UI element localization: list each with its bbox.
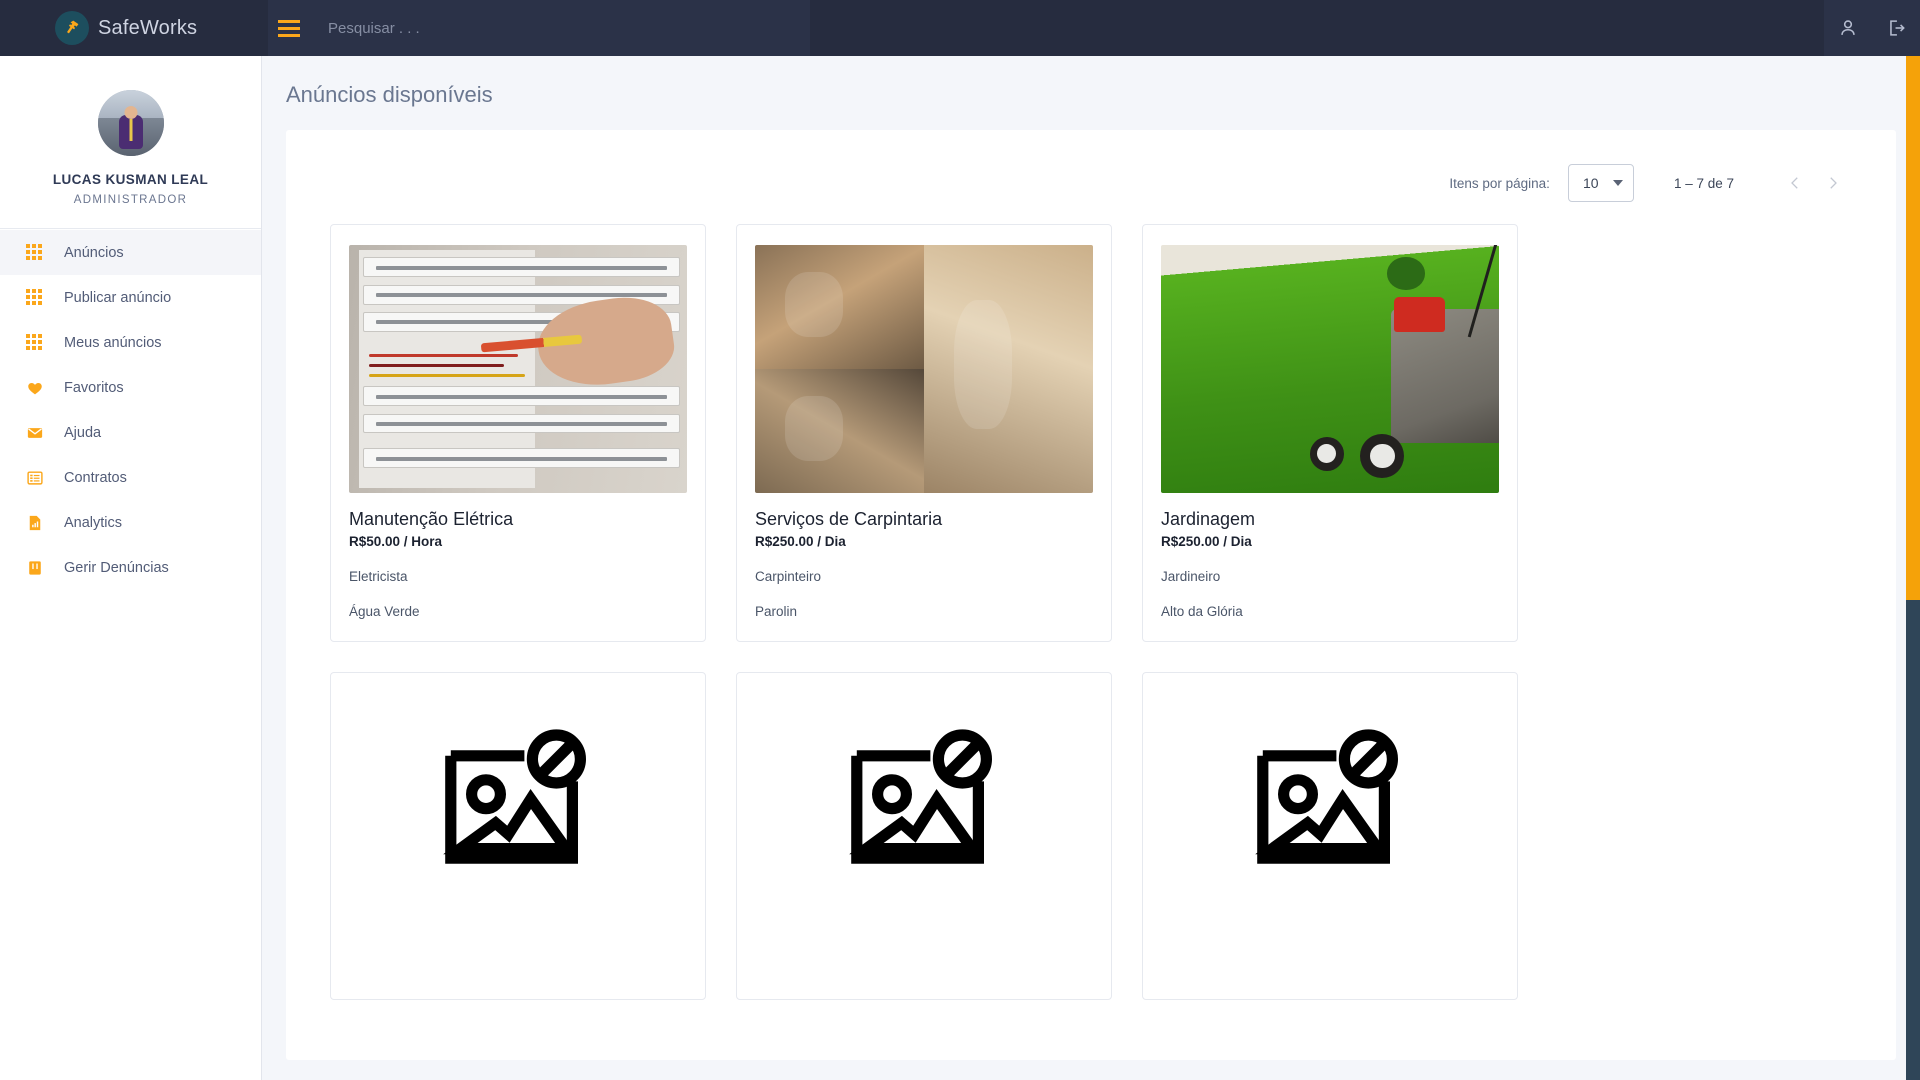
no-image-placeholder-icon [1250,727,1410,887]
grid-icon [26,334,44,352]
vertical-scrollbar[interactable] [1906,56,1920,1080]
listing-card[interactable]: Serviços de Carpintaria R$250.00 / Dia C… [736,224,1112,642]
listing-occupation: Eletricista [349,569,687,584]
sidebar-item-label: Meus anúncios [64,335,162,351]
paginator: Itens por página: 10 1 – 7 de 7 [286,130,1896,202]
envelope-icon [26,424,44,442]
sidebar-item-analytics[interactable]: Analytics [0,500,261,545]
sidebar: LUCAS KUSMAN LEAL ADMINISTRADOR Anúncios… [0,56,262,1080]
next-page-button[interactable] [1814,164,1852,202]
report-book-icon [26,559,44,577]
listing-card-body [737,941,1111,999]
hamburger-menu-icon[interactable] [268,0,310,56]
sidebar-item-label: Gerir Denúncias [64,560,169,576]
chevron-right-icon [1824,174,1842,192]
carpentry-collage-photo [755,245,1093,493]
hammer-logo-icon [55,11,89,45]
bar-chart-icon [26,514,44,532]
topbar-spacer [810,0,1824,56]
profile-role: ADMINISTRADOR [0,194,261,206]
chevron-left-icon [1786,174,1804,192]
user-person-icon [1837,17,1859,39]
listing-card[interactable]: Manutenção Elétrica R$50.00 / Hora Eletr… [330,224,706,642]
listing-card-media [331,673,705,941]
sidebar-nav: Anúncios Publicar anúncio Meus anúncios … [0,228,261,590]
items-per-page-label: Itens por página: [1449,176,1550,191]
items-per-page-select[interactable]: 10 [1568,164,1634,202]
lawn-mower-photo [1161,245,1499,493]
topbar-actions [1824,0,1920,56]
sidebar-item-contratos[interactable]: Contratos [0,455,261,500]
logout-exit-icon [1885,17,1907,39]
brand-logo[interactable]: SafeWorks [0,0,268,56]
electrical-panel-photo [349,245,687,493]
grid-icon [26,244,44,262]
sidebar-item-anuncios[interactable]: Anúncios [0,230,261,275]
listing-price: R$50.00 / Hora [349,534,687,549]
chevron-down-icon [1613,180,1623,186]
listing-card[interactable] [330,672,706,1000]
sidebar-profile: LUCAS KUSMAN LEAL ADMINISTRADOR [0,56,261,228]
sidebar-item-gerir-denuncias[interactable]: Gerir Denúncias [0,545,261,590]
listing-price: R$250.00 / Dia [755,534,1093,549]
listing-occupation: Jardineiro [1161,569,1499,584]
sidebar-item-ajuda[interactable]: Ajuda [0,410,261,455]
listing-card-body [331,941,705,999]
search-box[interactable] [310,0,810,56]
sidebar-item-label: Favoritos [64,380,124,396]
profile-name: LUCAS KUSMAN LEAL [0,172,261,187]
listing-card-media [1143,673,1517,941]
listing-card-body: Serviços de Carpintaria R$250.00 / Dia C… [737,493,1111,641]
listing-price: R$250.00 / Dia [1161,534,1499,549]
listings-grid: Manutenção Elétrica R$50.00 / Hora Eletr… [286,202,1896,1000]
search-input[interactable] [310,0,810,56]
listing-card-media [737,225,1111,493]
listing-card[interactable]: Jardinagem R$250.00 / Dia Jardineiro Alt… [1142,224,1518,642]
listing-card-body: Jardinagem R$250.00 / Dia Jardineiro Alt… [1143,493,1517,641]
account-button[interactable] [1824,0,1872,56]
listing-card[interactable] [736,672,1112,1000]
sidebar-item-label: Publicar anúncio [64,290,171,306]
listing-card[interactable] [1142,672,1518,1000]
previous-page-button[interactable] [1776,164,1814,202]
sidebar-item-publicar-anuncio[interactable]: Publicar anúncio [0,275,261,320]
grid-icon [26,289,44,307]
sidebar-item-label: Ajuda [64,425,101,441]
sidebar-item-meus-anuncios[interactable]: Meus anúncios [0,320,261,365]
listing-card-body: Manutenção Elétrica R$50.00 / Hora Eletr… [331,493,705,641]
sidebar-item-label: Contratos [64,470,127,486]
list-icon [26,469,44,487]
logout-button[interactable] [1872,0,1920,56]
avatar [98,90,164,156]
listing-card-media [737,673,1111,941]
sidebar-item-favoritos[interactable]: Favoritos [0,365,261,410]
listing-title: Serviços de Carpintaria [755,509,1093,530]
no-image-placeholder-icon [844,727,1004,887]
main-content: Anúncios disponíveis Itens por página: 1… [262,56,1920,1080]
top-navigation-bar: SafeWorks [0,0,1920,56]
sidebar-item-label: Anúncios [64,245,124,261]
sidebar-item-label: Analytics [64,515,122,531]
page-title: Anúncios disponíveis [262,56,1920,108]
page-range-label: 1 – 7 de 7 [1674,176,1734,191]
listings-panel: Itens por página: 10 1 – 7 de 7 [286,130,1896,1060]
listing-card-media [1143,225,1517,493]
listing-location: Água Verde [349,604,687,619]
listing-occupation: Carpinteiro [755,569,1093,584]
items-per-page-value: 10 [1583,175,1599,191]
listing-title: Jardinagem [1161,509,1499,530]
listing-location: Parolin [755,604,1093,619]
listing-title: Manutenção Elétrica [349,509,687,530]
no-image-placeholder-icon [438,727,598,887]
heart-icon [26,379,44,397]
listing-location: Alto da Glória [1161,604,1499,619]
listing-card-media [331,225,705,493]
listing-card-body [1143,941,1517,999]
brand-name: SafeWorks [98,17,197,40]
scrollbar-thumb[interactable] [1906,56,1920,600]
